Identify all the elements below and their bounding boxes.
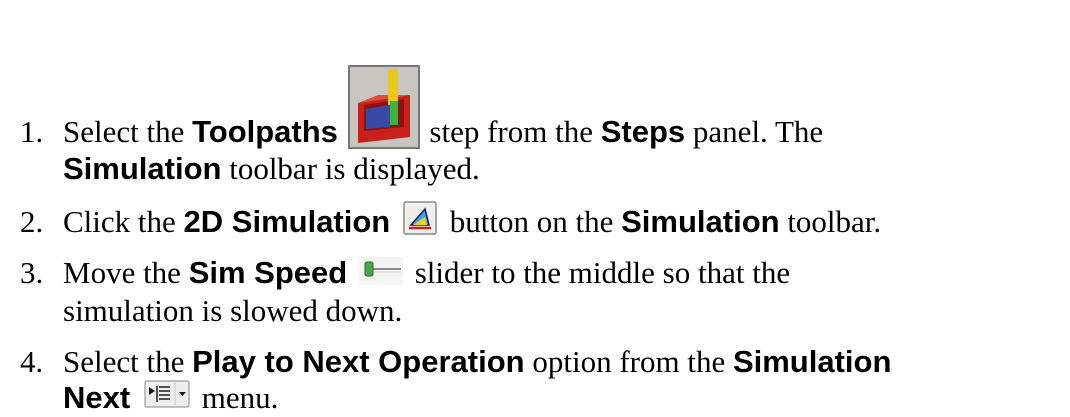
simulation-next-icon xyxy=(144,380,190,408)
2d-simulation-icon xyxy=(403,201,437,235)
step-number: 4. xyxy=(20,344,44,379)
step-number: 2. xyxy=(20,204,44,239)
sim-speed-slider-icon xyxy=(358,256,403,285)
instruction-list: 1. Select the Toolpaths step from the St… xyxy=(0,0,1070,415)
step-number: 1. xyxy=(20,114,44,149)
toolpaths-step-icon xyxy=(347,65,420,150)
step-number: 3. xyxy=(20,255,44,290)
